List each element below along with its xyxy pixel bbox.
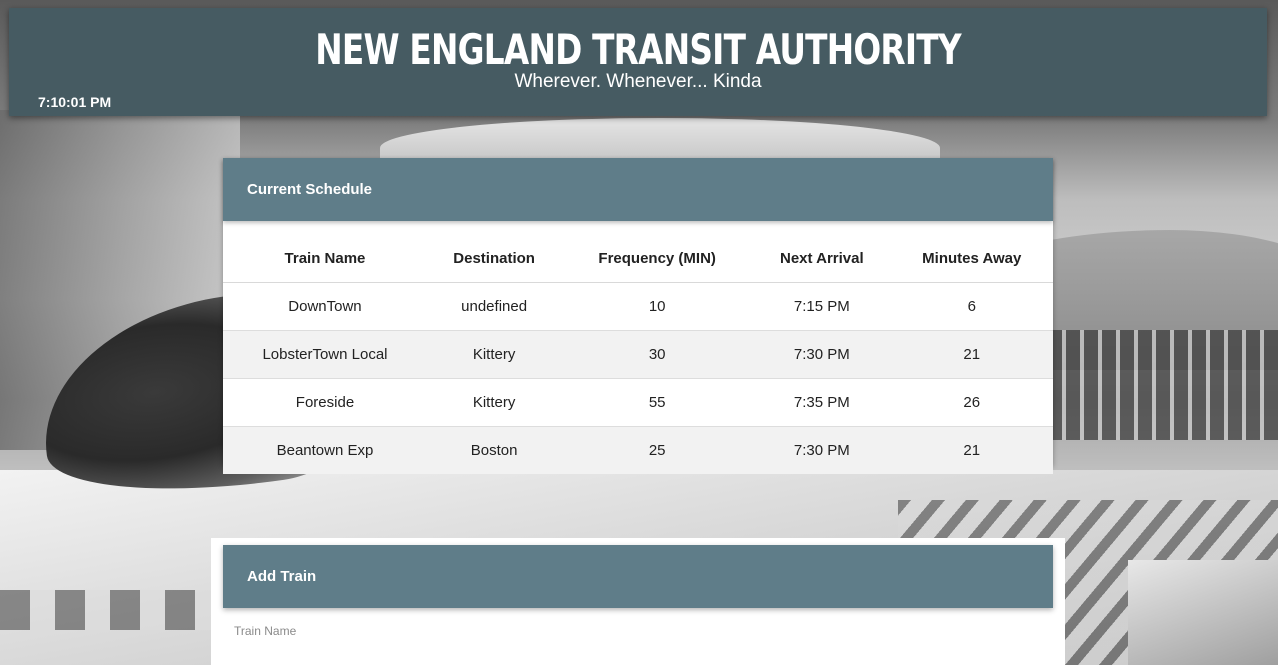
add-train-heading: Add Train — [247, 568, 317, 585]
cell-destination: Boston — [426, 426, 562, 474]
cell-frequency: 30 — [561, 330, 754, 379]
current-time: 7:10:01 PM — [38, 94, 112, 110]
table-row: Beantown Exp Boston 25 7:30 PM 21 — [223, 426, 1053, 474]
cell-next-arrival: 7:30 PM — [753, 426, 891, 474]
cell-frequency: 25 — [561, 426, 754, 474]
cell-next-arrival: 7:30 PM — [753, 330, 891, 379]
cell-destination: Kittery — [426, 378, 562, 427]
schedule-card: Current Schedule Train Name Destination … — [223, 158, 1053, 474]
page-header: NEW ENGLAND TRANSIT AUTHORITY Wherever. … — [9, 8, 1267, 116]
table-header-row: Train Name Destination Frequency (MIN) N… — [223, 235, 1053, 283]
tagline: Wherever. Whenever... Kinda — [514, 71, 762, 92]
rail-left — [0, 590, 220, 630]
cell-destination: undefined — [426, 282, 562, 331]
cell-train-name: DownTown — [223, 282, 427, 331]
column-header-frequency: Frequency (MIN) — [561, 235, 754, 283]
cell-minutes-away: 6 — [890, 282, 1053, 331]
train-side — [1048, 330, 1278, 440]
cell-minutes-away: 26 — [890, 378, 1053, 427]
cell-next-arrival: 7:15 PM — [753, 282, 891, 331]
table-row: Foreside Kittery 55 7:35 PM 26 — [223, 378, 1053, 427]
schedule-card-header: Current Schedule — [223, 158, 1053, 221]
column-header-train-name: Train Name — [223, 235, 427, 283]
page-title: NEW ENGLAND TRANSIT AUTHORITY — [315, 25, 961, 74]
cell-minutes-away: 21 — [890, 330, 1053, 379]
rail-right — [1128, 560, 1278, 665]
cell-frequency: 55 — [561, 378, 754, 427]
add-train-panel: Add Train Train Name — [211, 538, 1065, 665]
cell-train-name: Beantown Exp — [223, 426, 427, 474]
column-header-minutes-away: Minutes Away — [890, 235, 1053, 283]
cell-next-arrival: 7:35 PM — [753, 378, 891, 427]
add-train-card-header: Add Train — [223, 545, 1053, 608]
cell-minutes-away: 21 — [890, 426, 1053, 474]
schedule-heading: Current Schedule — [247, 181, 373, 198]
cell-destination: Kittery — [426, 330, 562, 379]
column-header-destination: Destination — [426, 235, 562, 283]
train-name-label: Train Name — [234, 624, 297, 638]
cell-frequency: 10 — [561, 282, 754, 331]
column-header-next-arrival: Next Arrival — [753, 235, 891, 283]
schedule-table: Train Name Destination Frequency (MIN) N… — [223, 235, 1053, 474]
cell-train-name: Foreside — [223, 378, 427, 427]
cell-train-name: LobsterTown Local — [223, 330, 427, 379]
table-row: DownTown undefined 10 7:15 PM 6 — [223, 282, 1053, 331]
table-row: LobsterTown Local Kittery 30 7:30 PM 21 — [223, 330, 1053, 379]
